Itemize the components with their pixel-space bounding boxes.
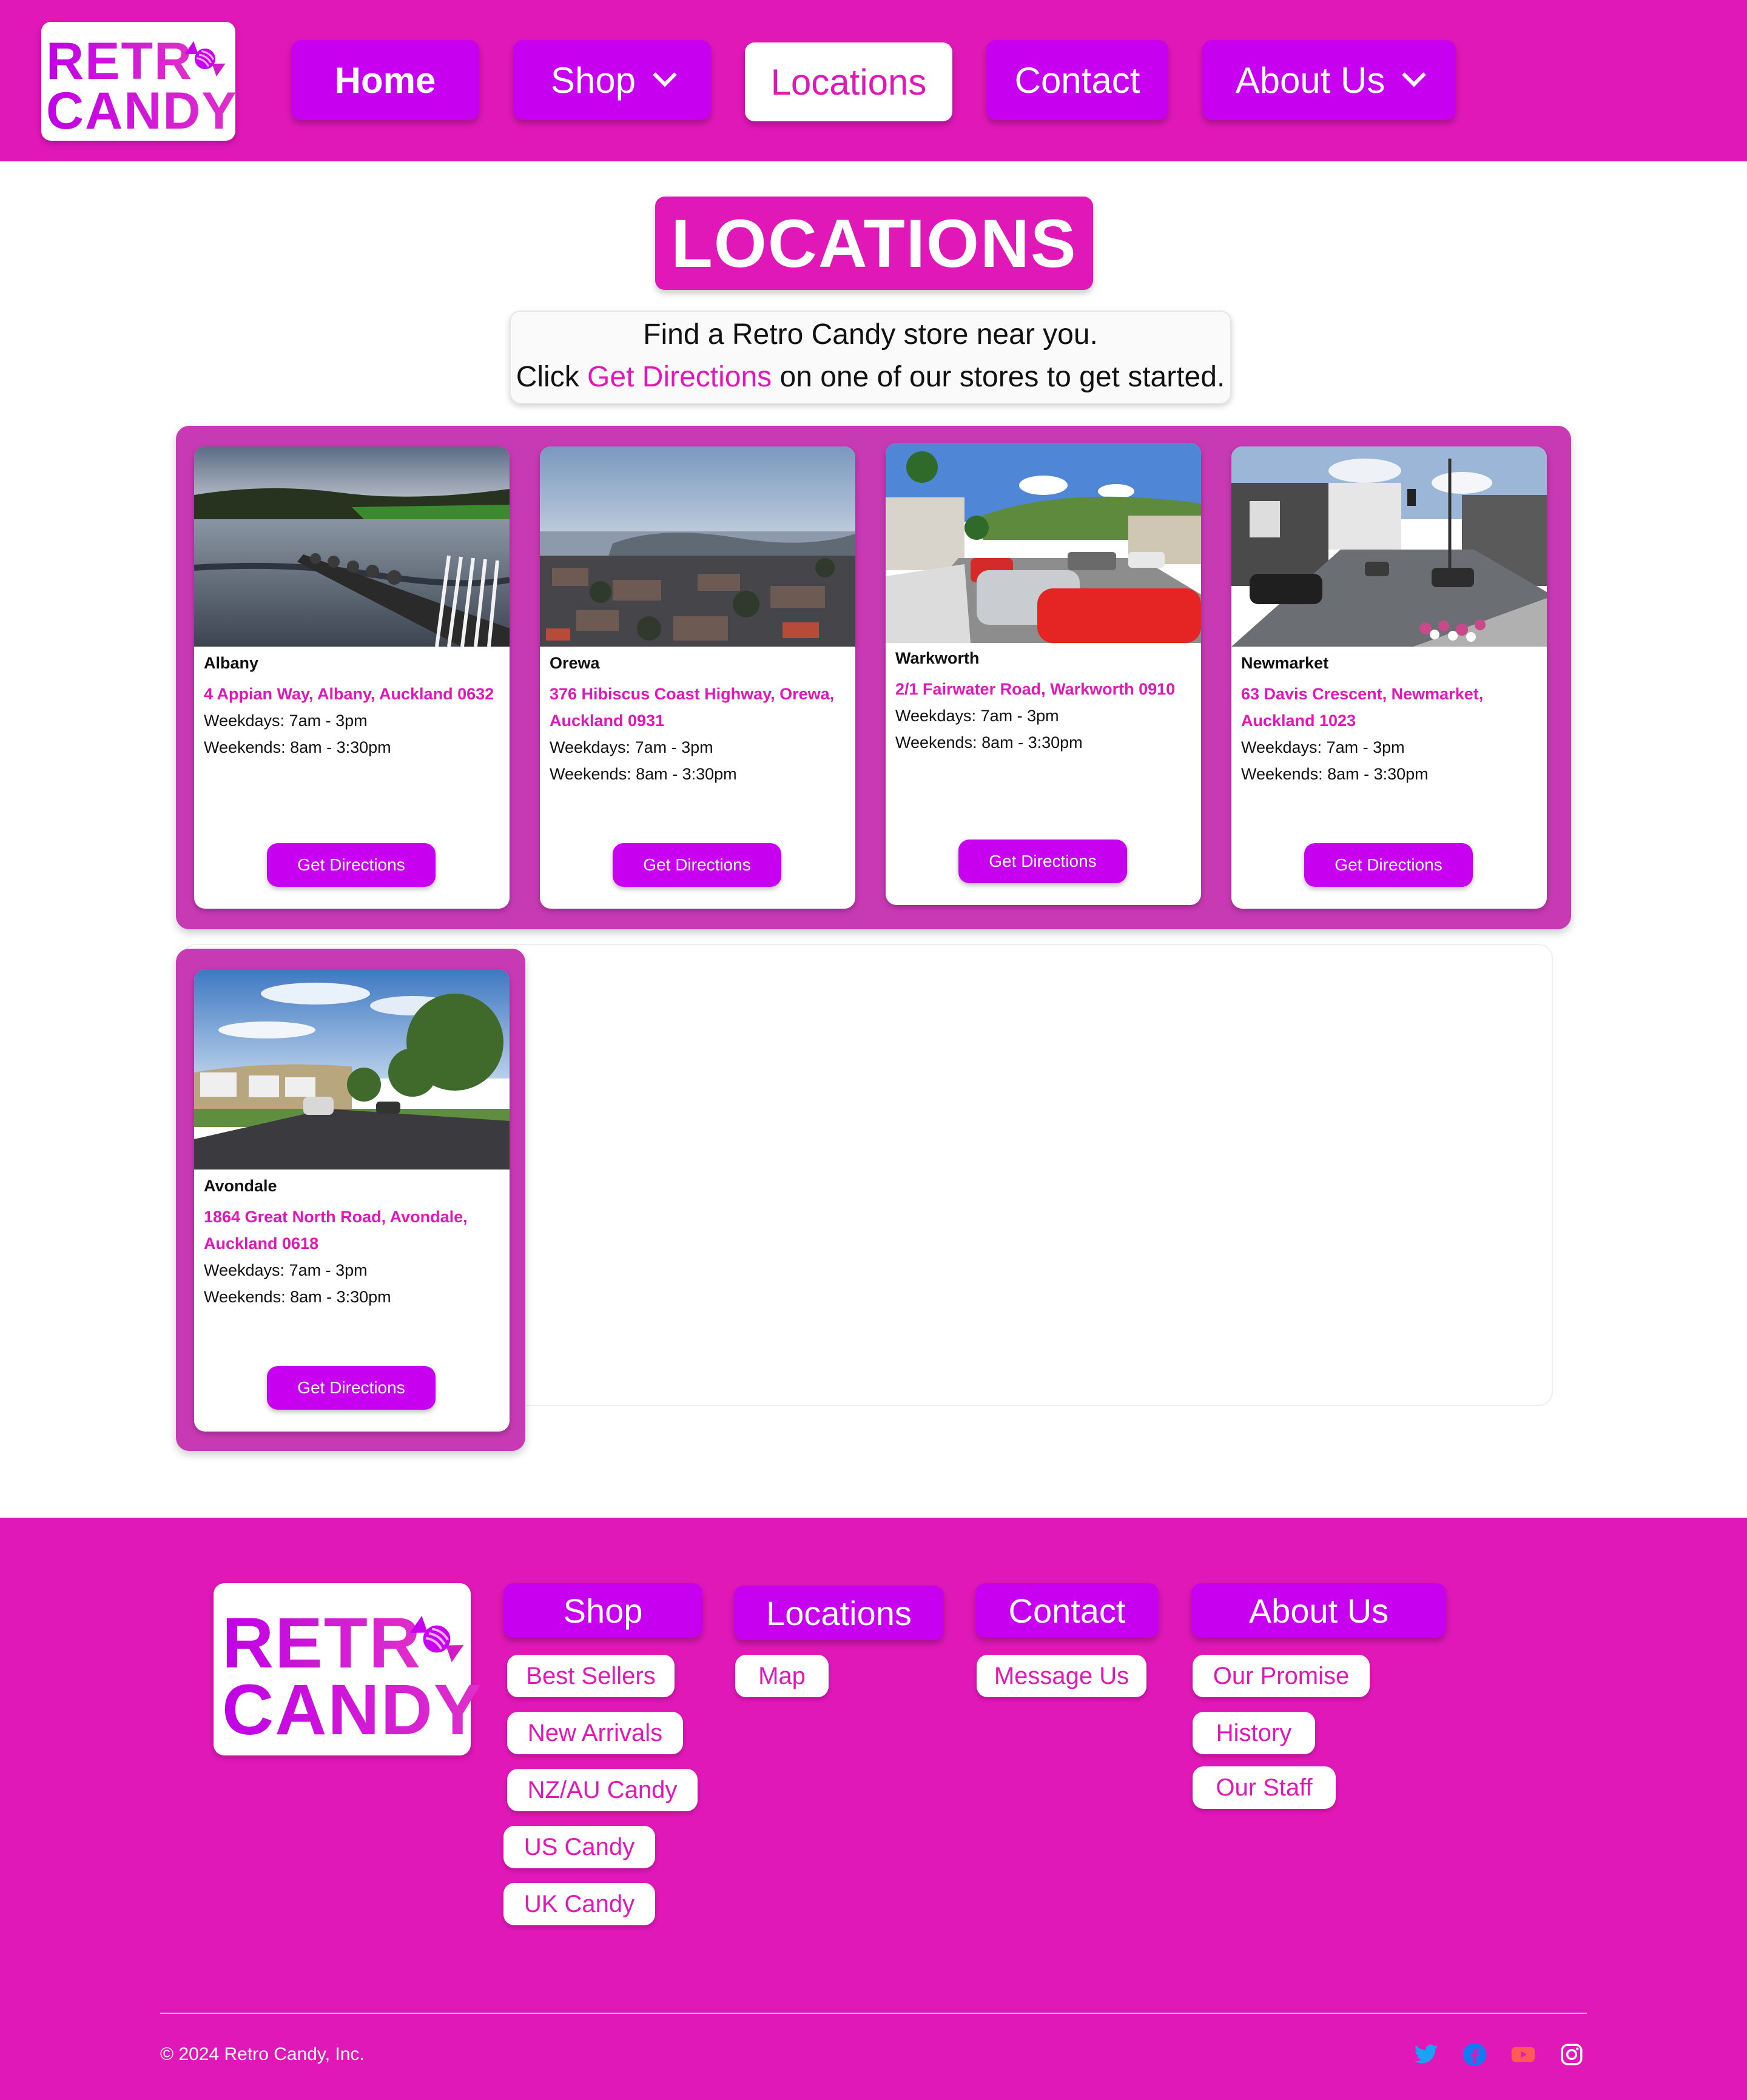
- locations-row-1: Albany 4 Appian Way, Albany, Auckland 06…: [176, 426, 1571, 929]
- location-card-newmarket: Newmarket 63 Davis Crescent, Newmarket, …: [1231, 446, 1547, 909]
- footer-link-uk-candy[interactable]: UK Candy: [503, 1883, 655, 1925]
- footer-link-our-promise[interactable]: Our Promise: [1193, 1655, 1370, 1697]
- intro-get-directions-highlight: Get Directions: [587, 361, 772, 393]
- instagram-icon[interactable]: [1559, 2042, 1584, 2067]
- logo-text-line1: RETR: [46, 32, 194, 90]
- footer-link-new-arrivals[interactable]: New Arrivals: [507, 1712, 683, 1754]
- chevron-down-icon: [1402, 62, 1427, 87]
- nav-shop[interactable]: Shop: [513, 40, 711, 120]
- nav-locations[interactable]: Locations: [745, 42, 952, 121]
- location-weekday-hours: Weekdays: 7am - 3pm: [204, 712, 368, 730]
- intro-line1: Find a Retro Candy store near you.: [643, 318, 1098, 351]
- location-photo-avondale: [194, 969, 510, 1169]
- page-title: LOCATIONS: [655, 197, 1093, 290]
- get-directions-button[interactable]: Get Directions: [613, 843, 781, 887]
- locations-row-2: Avondale 1864 Great North Road, Avondale…: [176, 949, 525, 1451]
- footer-logo-line1: RETR: [222, 1603, 422, 1683]
- copyright-text: © 2024 Retro Candy, Inc.: [160, 2044, 365, 2064]
- location-weekend-hours: Weekends: 8am - 3:30pm: [204, 1288, 391, 1306]
- location-name: Avondale: [204, 1177, 277, 1195]
- nav-locations-label: Locations: [770, 61, 927, 103]
- facebook-icon[interactable]: [1462, 2042, 1487, 2067]
- location-card-warkworth: Warkworth 2/1 Fairwater Road, Warkworth …: [886, 443, 1201, 905]
- footer-logo[interactable]: RETR CANDY: [214, 1583, 482, 1755]
- get-directions-button[interactable]: Get Directions: [267, 843, 436, 887]
- footer-heading-shop[interactable]: Shop: [503, 1583, 702, 1638]
- footer-link-message-us[interactable]: Message Us: [977, 1655, 1146, 1697]
- footer-link-us-candy[interactable]: US Candy: [503, 1826, 655, 1868]
- candy-icon: [409, 1615, 464, 1663]
- location-name: Orewa: [550, 654, 600, 672]
- location-card-avondale: Avondale 1864 Great North Road, Avondale…: [194, 969, 510, 1432]
- location-name: Warkworth: [895, 649, 980, 667]
- nav-home-label: Home: [334, 59, 436, 101]
- nav-shop-label: Shop: [550, 59, 636, 101]
- location-weekend-hours: Weekends: 8am - 3:30pm: [550, 765, 737, 783]
- location-weekday-hours: Weekdays: 7am - 3pm: [1241, 738, 1405, 756]
- footer-link-our-staff[interactable]: Our Staff: [1193, 1766, 1336, 1809]
- location-address[interactable]: 4 Appian Way, Albany, Auckland 0632: [204, 681, 501, 707]
- location-name: Newmarket: [1241, 654, 1329, 672]
- location-weekend-hours: Weekends: 8am - 3:30pm: [895, 733, 1083, 752]
- intro-line2-start: Click: [516, 361, 588, 393]
- footer-link-nz-au-candy[interactable]: NZ/AU Candy: [507, 1769, 698, 1811]
- footer-divider: [160, 2013, 1587, 2014]
- footer-heading-about-us[interactable]: About Us: [1191, 1583, 1446, 1638]
- location-photo-newmarket: [1231, 446, 1547, 647]
- nav-home[interactable]: Home: [291, 40, 479, 120]
- intro-box: Find a Retro Candy store near you. Click…: [510, 311, 1231, 404]
- get-directions-button[interactable]: Get Directions: [1304, 843, 1473, 887]
- location-address[interactable]: 63 Davis Crescent, Newmarket, Auckland 1…: [1241, 681, 1538, 734]
- location-photo-albany: [194, 446, 510, 647]
- footer-link-map[interactable]: Map: [735, 1655, 829, 1697]
- location-card-albany: Albany 4 Appian Way, Albany, Auckland 06…: [194, 446, 510, 909]
- location-address[interactable]: 2/1 Fairwater Road, Warkworth 0910: [895, 676, 1193, 702]
- location-card-orewa: Orewa 376 Hibiscus Coast Highway, Orewa,…: [540, 446, 855, 909]
- candy-icon: [184, 41, 226, 77]
- footer-heading-contact[interactable]: Contact: [975, 1583, 1159, 1638]
- nav-contact[interactable]: Contact: [986, 40, 1168, 120]
- get-directions-button[interactable]: Get Directions: [267, 1366, 436, 1410]
- intro-line2-end: on one of our stores to get started.: [772, 361, 1225, 393]
- footer-link-history[interactable]: History: [1193, 1712, 1315, 1754]
- nav-contact-label: Contact: [1014, 59, 1140, 101]
- location-weekday-hours: Weekdays: 7am - 3pm: [895, 707, 1059, 725]
- intro-line2: Click Get Directions on one of our store…: [511, 360, 1230, 394]
- get-directions-button[interactable]: Get Directions: [958, 840, 1127, 883]
- location-weekend-hours: Weekends: 8am - 3:30pm: [1241, 765, 1429, 783]
- youtube-icon[interactable]: [1510, 2042, 1536, 2067]
- footer-heading-locations[interactable]: Locations: [734, 1586, 944, 1640]
- location-address[interactable]: 376 Hibiscus Coast Highway, Orewa, Auckl…: [550, 681, 847, 734]
- footer-logo-line2: CANDY: [222, 1670, 483, 1750]
- logo-text-line2: CANDY: [46, 82, 238, 140]
- location-weekend-hours: Weekends: 8am - 3:30pm: [204, 738, 391, 756]
- nav-about-us[interactable]: About Us: [1202, 40, 1456, 120]
- location-name: Albany: [204, 654, 259, 672]
- site-header: RETR CANDY Home Shop Locations Contact A…: [0, 0, 1747, 161]
- site-footer: RETR CANDY Shop Best Sellers New Arrival…: [0, 1518, 1747, 2100]
- location-weekday-hours: Weekdays: 7am - 3pm: [550, 738, 713, 756]
- location-weekday-hours: Weekdays: 7am - 3pm: [204, 1261, 368, 1279]
- twitter-icon[interactable]: [1413, 2042, 1439, 2067]
- nav-about-label: About Us: [1235, 59, 1385, 101]
- location-photo-orewa: [540, 446, 855, 647]
- location-photo-warkworth: [886, 443, 1201, 643]
- chevron-down-icon: [653, 62, 677, 87]
- site-logo[interactable]: RETR CANDY: [41, 22, 238, 141]
- location-address[interactable]: 1864 Great North Road, Avondale, Aucklan…: [204, 1203, 501, 1257]
- footer-link-best-sellers[interactable]: Best Sellers: [507, 1655, 675, 1697]
